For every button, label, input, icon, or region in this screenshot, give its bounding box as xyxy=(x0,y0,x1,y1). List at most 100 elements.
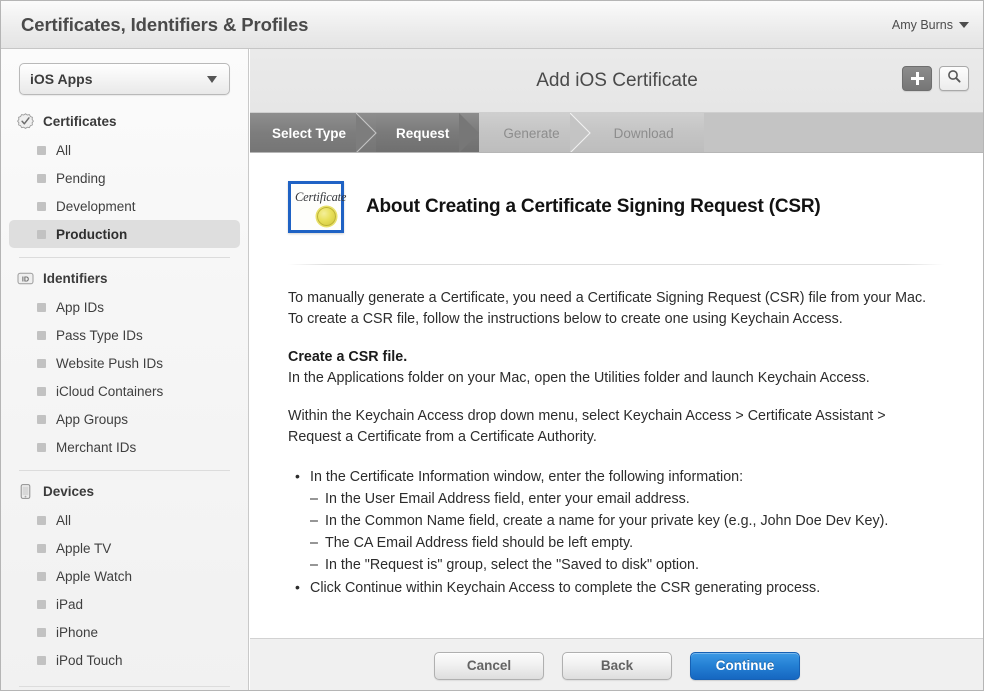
device-icon xyxy=(17,483,34,500)
sidebar-item-label: iPhone xyxy=(56,625,98,640)
list-item: In the User Email Address field, enter y… xyxy=(310,489,944,510)
sidebar-item-website-push-ids[interactable]: Website Push IDs xyxy=(9,349,240,377)
content-title: Add iOS Certificate xyxy=(536,70,698,92)
sidebar-section-label: Identifiers xyxy=(43,271,108,286)
sidebar-section-label: Devices xyxy=(43,484,94,499)
step-label: Request xyxy=(376,126,449,141)
bullet-icon xyxy=(37,600,46,609)
sidebar-item-label: Apple Watch xyxy=(56,569,132,584)
step-request[interactable]: Request xyxy=(376,113,479,153)
sidebar-item-all-certificates[interactable]: All xyxy=(9,136,240,164)
sidebar-section-certificates: Certificates xyxy=(1,107,248,136)
sidebar-section-label: Certificates xyxy=(43,114,117,129)
list-item: The CA Email Address field should be lef… xyxy=(310,533,944,554)
bullet-icon xyxy=(37,656,46,665)
step-generate[interactable]: Generate xyxy=(479,113,589,153)
bullet-icon xyxy=(37,443,46,452)
page-title: Certificates, Identifiers & Profiles xyxy=(21,14,308,36)
step-label: Download xyxy=(590,126,674,141)
bullet-icon xyxy=(37,174,46,183)
team-select-value: iOS Apps xyxy=(30,71,93,87)
continue-button[interactable]: Continue xyxy=(690,652,800,680)
csr-instructions: Certificate About Creating a Certificate… xyxy=(250,153,984,599)
sidebar-item-all-devices[interactable]: All xyxy=(9,506,240,534)
sidebar-item-label: Apple TV xyxy=(56,541,111,556)
content-header: Add iOS Certificate xyxy=(250,49,984,113)
chevron-down-icon xyxy=(959,22,969,28)
sidebar-section-devices: Devices xyxy=(1,477,248,506)
intro-paragraph: To manually generate a Certificate, you … xyxy=(288,288,928,330)
sidebar-divider xyxy=(19,470,230,471)
certificate-badge-icon xyxy=(17,113,34,130)
list-item-text: In the Certificate Information window, e… xyxy=(310,469,743,485)
cancel-button[interactable]: Cancel xyxy=(434,652,544,680)
step-breadcrumb: Select Type Request Generate xyxy=(250,113,984,153)
section-heading-text: Create a CSR file. xyxy=(288,349,407,365)
bullet-icon xyxy=(37,415,46,424)
sidebar-item-development[interactable]: Development xyxy=(9,192,240,220)
sidebar-item-iphone[interactable]: iPhone xyxy=(9,618,240,646)
back-button[interactable]: Back xyxy=(562,652,672,680)
sidebar-item-label: Website Push IDs xyxy=(56,356,163,371)
id-badge-icon: ID xyxy=(17,270,34,287)
sidebar-item-label: iPad xyxy=(56,597,83,612)
list-item: In the "Request is" group, select the "S… xyxy=(310,555,944,576)
bullet-icon xyxy=(37,572,46,581)
bullet-list: In the Certificate Information window, e… xyxy=(288,467,944,599)
sidebar-item-label: App Groups xyxy=(56,412,128,427)
sidebar-item-app-groups[interactable]: App Groups xyxy=(9,405,240,433)
team-select-dropdown[interactable]: iOS Apps xyxy=(19,63,230,95)
chevron-down-icon xyxy=(207,76,217,83)
step-label: Generate xyxy=(479,126,559,141)
doc-title: About Creating a Certificate Signing Req… xyxy=(366,196,820,218)
app-window: Certificates, Identifiers & Profiles Amy… xyxy=(0,0,984,691)
sidebar-item-apple-watch[interactable]: Apple Watch xyxy=(9,562,240,590)
sidebar-item-merchant-ids[interactable]: Merchant IDs xyxy=(9,433,240,461)
bullet-icon xyxy=(37,359,46,368)
sidebar: iOS Apps Certificates All Pendi xyxy=(1,49,249,691)
certificate-icon-text: Certificate xyxy=(295,190,346,206)
bullet-icon xyxy=(37,202,46,211)
sidebar-item-label: All xyxy=(56,143,71,158)
sidebar-item-ipod-touch[interactable]: iPod Touch xyxy=(9,646,240,674)
content-pane: Add iOS Certificate Select Typ xyxy=(250,49,984,691)
list-item: In the Common Name field, create a name … xyxy=(310,511,944,532)
sidebar-item-label: Merchant IDs xyxy=(56,440,136,455)
section-heading: Create a CSR file. xyxy=(288,347,928,368)
sidebar-item-production[interactable]: Production xyxy=(9,220,240,248)
search-button[interactable] xyxy=(939,66,969,91)
sidebar-item-pass-type-ids[interactable]: Pass Type IDs xyxy=(9,321,240,349)
titlebar: Certificates, Identifiers & Profiles Amy… xyxy=(1,1,984,49)
list-item: Click Continue within Keychain Access to… xyxy=(288,578,944,599)
bullet-icon xyxy=(37,146,46,155)
header-actions xyxy=(902,66,969,91)
bullet-list-wrapper: In the Certificate Information window, e… xyxy=(288,467,944,599)
sidebar-section-identifiers: ID Identifiers xyxy=(1,264,248,293)
sub-bullet-list: In the User Email Address field, enter y… xyxy=(310,489,944,576)
sidebar-item-pending[interactable]: Pending xyxy=(9,164,240,192)
sidebar-item-apple-tv[interactable]: Apple TV xyxy=(9,534,240,562)
add-button[interactable] xyxy=(902,66,932,91)
content-body: Certificate About Creating a Certificate… xyxy=(250,153,984,650)
step-select-type[interactable]: Select Type xyxy=(250,113,376,153)
search-icon xyxy=(947,69,961,88)
seal-icon xyxy=(317,207,336,226)
sidebar-item-label: Pass Type IDs xyxy=(56,328,143,343)
step-download[interactable]: Download xyxy=(590,113,704,153)
sidebar-item-label: Pending xyxy=(56,171,106,186)
content-footer: Cancel Back Continue xyxy=(250,638,984,691)
bullet-icon xyxy=(37,303,46,312)
sidebar-item-ipad[interactable]: iPad xyxy=(9,590,240,618)
account-menu[interactable]: Amy Burns xyxy=(892,18,969,32)
sidebar-item-app-ids[interactable]: App IDs xyxy=(9,293,240,321)
menu-instruction: Within the Keychain Access drop down men… xyxy=(288,406,928,448)
step-label: Select Type xyxy=(250,126,346,141)
bullet-icon xyxy=(37,516,46,525)
bullet-icon xyxy=(37,544,46,553)
bullet-icon xyxy=(37,387,46,396)
sidebar-item-icloud-containers[interactable]: iCloud Containers xyxy=(9,377,240,405)
bullet-icon xyxy=(37,628,46,637)
plus-icon xyxy=(911,72,924,85)
section-body: In the Applications folder on your Mac, … xyxy=(288,368,928,389)
sidebar-item-label: Production xyxy=(56,227,127,242)
